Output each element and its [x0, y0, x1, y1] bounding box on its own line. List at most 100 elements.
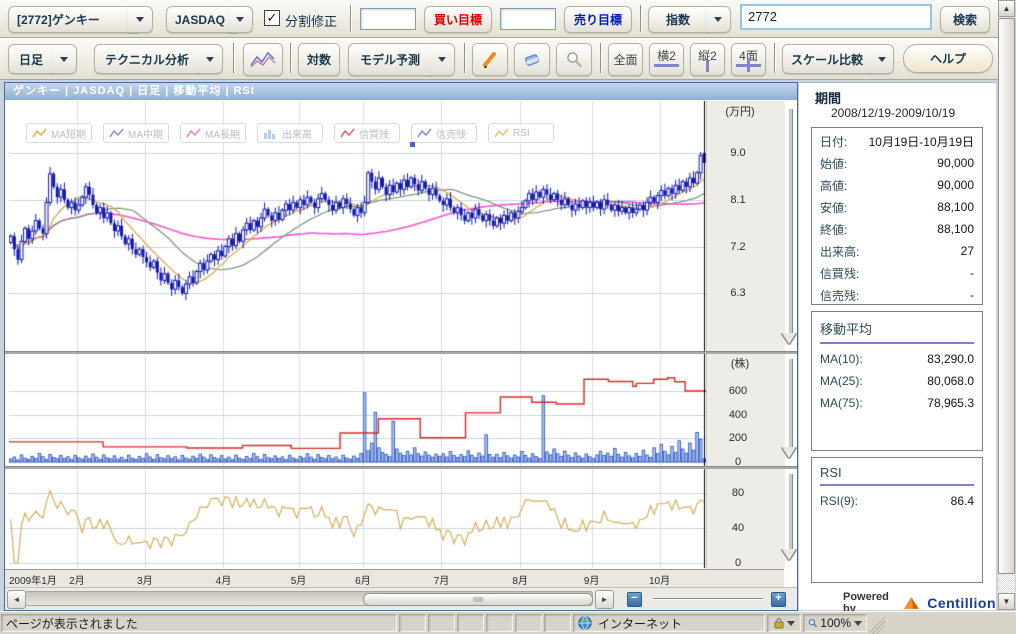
vscroll-down-button[interactable]: ▼: [998, 593, 1015, 610]
rsi-chart-canvas[interactable]: [9, 468, 706, 568]
layout-full-button[interactable]: 全面: [608, 43, 643, 76]
scale-compare-arrow[interactable]: [870, 44, 894, 74]
chevron-down-icon: [136, 17, 144, 22]
quote-row: 信売残:-: [812, 284, 982, 306]
period-select[interactable]: 日足: [8, 44, 54, 74]
axis-tick: 0: [715, 557, 761, 569]
legend-label: 信売残: [436, 126, 466, 141]
rsi-pane-slider[interactable]: [788, 474, 793, 549]
separator: [290, 43, 291, 73]
legend-RSI[interactable]: RSI: [488, 123, 554, 143]
zoom-out-button[interactable]: −: [627, 592, 642, 607]
zigzag-line-icon: [340, 128, 355, 139]
period-select-arrow[interactable]: [52, 44, 77, 74]
quote-value: 88,100: [937, 200, 974, 214]
technical-select-arrow[interactable]: [198, 44, 223, 74]
vscroll-thumb[interactable]: [998, 18, 1015, 574]
quote-row: 始値:90,000: [812, 152, 982, 174]
eraser-button[interactable]: [514, 43, 550, 76]
legend-MA中期[interactable]: MA中期: [103, 123, 169, 143]
pane-divider[interactable]: [5, 466, 797, 469]
quote-label: 信売残:: [820, 287, 859, 304]
zoom-in-button[interactable]: +: [771, 592, 786, 607]
legend-出来高[interactable]: 出来高: [257, 123, 323, 143]
zoom-tool-button[interactable]: [556, 43, 592, 76]
legend-label: MA中期: [128, 126, 163, 141]
sell-target-button[interactable]: 売り目標: [564, 6, 632, 33]
pane-divider[interactable]: [5, 351, 797, 354]
status-bar: ページが表示されました インターネット 100%: [0, 611, 1016, 634]
price-pane-slider[interactable]: [788, 109, 793, 333]
quote-value: 88,100: [937, 222, 974, 236]
layout-v2-button[interactable]: 縦2: [690, 43, 725, 76]
volume-pane-slider[interactable]: [788, 359, 793, 447]
toolbar-chart: 日足 テクニカル分析 対数 モデル予測 全面 横2 縦2 4面 スケール比較: [0, 38, 998, 80]
axis-tick: 9.0: [715, 147, 761, 159]
layout-quad-button[interactable]: 4面: [731, 43, 766, 76]
volume-axis-strip: (株) 6004002000: [706, 353, 785, 466]
brand-name: Centillion: [927, 595, 996, 611]
quote-label: 高値:: [820, 177, 847, 194]
hscroll-thumb[interactable]: [363, 593, 593, 606]
zigzag-line-icon: [32, 128, 47, 139]
model-forecast-arrow[interactable]: [430, 43, 455, 76]
split-adjust-checkbox[interactable]: ✓: [264, 10, 280, 26]
pencil-icon: [481, 51, 499, 69]
quote-row: 安値:88,100: [812, 196, 982, 218]
separator: [774, 43, 775, 73]
log-scale-button[interactable]: 対数: [298, 43, 340, 76]
chevron-down-icon: [787, 621, 795, 626]
quote-row: 出来高:27: [812, 240, 982, 262]
indicator-label: MA(25):: [820, 374, 863, 388]
price-pane-slider-handle[interactable]: [782, 333, 796, 344]
chart-type-button[interactable]: [243, 43, 283, 76]
volume-chart-canvas[interactable]: [9, 353, 706, 467]
search-input[interactable]: 2772: [740, 4, 932, 30]
status-cell: [515, 614, 542, 632]
rsi-axis-strip: 80400: [706, 468, 785, 569]
search-button[interactable]: 検索: [940, 6, 990, 33]
model-forecast-select[interactable]: モデル予測: [348, 43, 432, 76]
rsi-pane-slider-handle[interactable]: [782, 549, 796, 560]
legend-MA短期[interactable]: MA短期: [26, 123, 92, 143]
legend-label: MA短期: [51, 126, 86, 141]
sell-target-input[interactable]: [500, 8, 556, 30]
symbol-select[interactable]: [2772]ゲンキー: [8, 6, 138, 33]
hscroll-track[interactable]: [25, 591, 593, 606]
zoom-level-cell[interactable]: 100%: [803, 614, 867, 632]
scale-compare-select[interactable]: スケール比較: [782, 44, 872, 74]
chevron-down-icon: [714, 17, 722, 22]
status-cell: [399, 614, 426, 632]
x-axis-label: 5月: [291, 572, 307, 587]
market-select-arrow[interactable]: [228, 6, 253, 33]
layout-h2-button[interactable]: 横2: [649, 43, 684, 76]
quote-row: 終値:88,100: [812, 218, 982, 240]
technical-select[interactable]: テクニカル分析: [94, 44, 200, 74]
x-axis-label: 8月: [512, 572, 528, 587]
x-axis-label: 2009年1月: [9, 572, 57, 587]
legend-信売残[interactable]: 信売残: [411, 123, 477, 143]
indicator-row: MA(25):80,068.0: [812, 370, 982, 392]
vscroll-up-button[interactable]: ▲: [998, 0, 1015, 17]
scroll-left-button[interactable]: ◄: [7, 590, 26, 609]
legend-MA長期[interactable]: MA長期: [180, 123, 246, 143]
symbol-select-arrow[interactable]: [128, 6, 153, 33]
draw-pen-button[interactable]: [472, 43, 508, 76]
scroll-right-button[interactable]: ►: [595, 590, 614, 609]
zoom-slider-track[interactable]: [653, 598, 763, 599]
buy-target-button[interactable]: 買い目標: [424, 6, 492, 33]
axis-tick: 80: [715, 487, 761, 499]
volume-pane-slider-handle[interactable]: [782, 447, 796, 458]
help-button[interactable]: ヘルプ: [903, 44, 993, 73]
index-select-arrow[interactable]: [706, 6, 731, 33]
protected-mode-cell[interactable]: [767, 614, 801, 632]
volume-unit-label: (株): [717, 355, 763, 371]
index-select[interactable]: 指数: [648, 6, 708, 33]
buy-target-input[interactable]: [360, 8, 416, 30]
chevron-down-icon: [878, 57, 886, 62]
separator: [233, 43, 234, 73]
legend-label: 出来高: [282, 126, 312, 141]
quote-value: -: [970, 266, 974, 280]
resize-grip[interactable]: [869, 614, 885, 634]
legend-信買残[interactable]: 信買残: [334, 123, 400, 143]
